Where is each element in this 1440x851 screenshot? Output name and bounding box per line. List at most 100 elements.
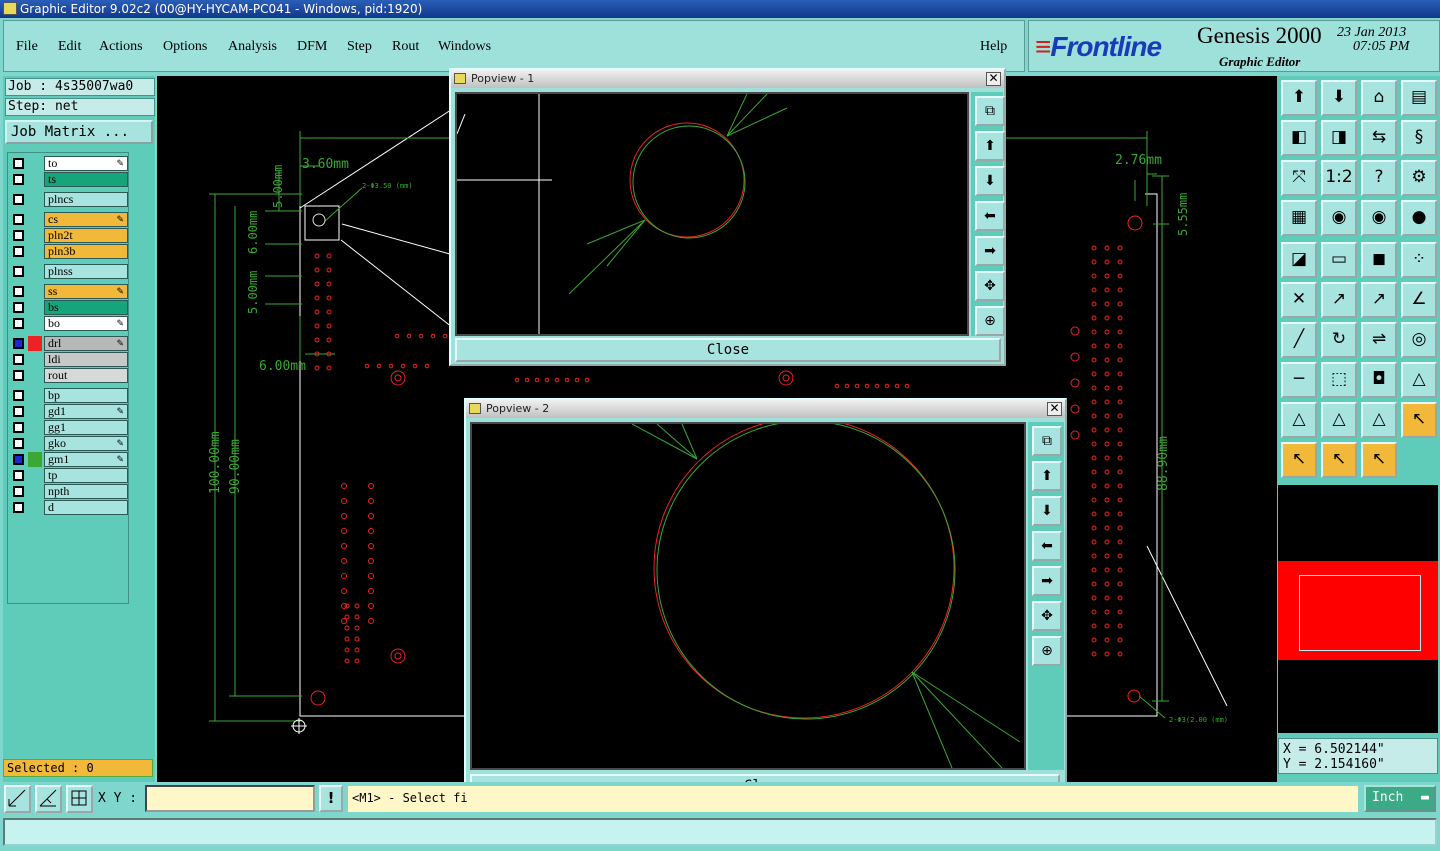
layer-name[interactable]: d — [44, 500, 128, 515]
layer-checkbox[interactable] — [13, 246, 24, 257]
popview-up-icon[interactable]: ⬆ — [1032, 461, 1062, 491]
layer-checkbox[interactable] — [13, 486, 24, 497]
zoom-area-icon[interactable] — [4, 785, 31, 813]
step-left-icon[interactable]: ◧ — [1281, 120, 1317, 156]
layer-checkbox[interactable] — [13, 502, 24, 513]
home-icon[interactable]: ⬆ — [1281, 80, 1317, 116]
color-ab-icon[interactable]: ◪ — [1281, 242, 1317, 278]
layer-row-plncs[interactable]: plncs — [10, 192, 128, 207]
popview-down-icon[interactable]: ⬇ — [975, 166, 1005, 196]
add-pad-icon[interactable]: ◎ — [1401, 322, 1437, 358]
menu-actions[interactable]: Actions — [99, 39, 143, 55]
layer-row-pln2t[interactable]: pln2t — [10, 228, 128, 243]
popview-1-close-button[interactable]: Close — [455, 338, 1001, 362]
popview-zoom-icon[interactable]: ⧉ — [975, 96, 1005, 126]
popview-1-close-icon[interactable]: ✕ — [986, 72, 1001, 86]
layer-name[interactable]: gg1 — [44, 420, 128, 435]
poly-b-icon[interactable]: △ — [1281, 402, 1317, 438]
measure-icon[interactable] — [35, 785, 62, 813]
layer-row-bs[interactable]: bs — [10, 300, 128, 315]
layer-name[interactable]: ss ✎ — [44, 284, 128, 299]
pad-icon[interactable]: ◼ — [1361, 242, 1397, 278]
menu-options[interactable]: Options — [163, 39, 207, 55]
layer-row-to[interactable]: to ✎ — [10, 156, 128, 171]
layer-checkbox[interactable] — [13, 338, 24, 349]
layer-a-icon[interactable]: ◉ — [1321, 200, 1357, 236]
step-right-icon[interactable]: ◨ — [1321, 120, 1357, 156]
layer-checkbox[interactable] — [13, 406, 24, 417]
poly-d-icon[interactable]: △ — [1361, 402, 1397, 438]
layer-checkbox[interactable] — [13, 194, 24, 205]
slash-icon[interactable]: ╱ — [1281, 322, 1317, 358]
menu-windows[interactable]: Windows — [438, 39, 491, 55]
layer-checkbox[interactable] — [13, 370, 24, 381]
connect-icon[interactable]: ⁘ — [1401, 242, 1437, 278]
cursor-box-icon[interactable]: ↖ — [1321, 442, 1357, 478]
config-icon[interactable]: ⚙ — [1401, 160, 1437, 196]
layer-name[interactable]: cs ✎ — [44, 212, 128, 227]
layer-name[interactable]: ldi — [44, 352, 128, 367]
layer-name[interactable]: gko ✎ — [44, 436, 128, 451]
layer-checkbox[interactable] — [13, 438, 24, 449]
go-down-icon[interactable]: ⬇ — [1321, 80, 1357, 116]
layer-checkbox[interactable] — [13, 174, 24, 185]
move2-icon[interactable]: ↗ — [1361, 282, 1397, 318]
layer-checkbox[interactable] — [13, 422, 24, 433]
layer-checkbox[interactable] — [13, 158, 24, 169]
popview-left-icon[interactable]: ⬅ — [1032, 531, 1062, 561]
poly-a-icon[interactable]: △ — [1401, 362, 1437, 398]
mini-map[interactable] — [1278, 485, 1438, 733]
move-icon[interactable]: ↗ — [1321, 282, 1357, 318]
layer-checkbox[interactable] — [13, 286, 24, 297]
layer-name[interactable]: pln2t — [44, 228, 128, 243]
line-icon[interactable]: ∠ — [1401, 282, 1437, 318]
popview-pan-icon[interactable]: ⊕ — [1032, 636, 1062, 666]
cursor-net-icon[interactable]: ↖ — [1361, 442, 1397, 478]
xy-input[interactable] — [145, 785, 315, 812]
layer-row-pln3b[interactable]: pln3b — [10, 244, 128, 259]
layer-row-plnss[interactable]: plnss — [10, 264, 128, 279]
cut-icon[interactable]: ─ — [1281, 362, 1317, 398]
layer-row-bo[interactable]: bo ✎ — [10, 316, 128, 331]
layer-checkbox[interactable] — [13, 470, 24, 481]
arc-icon[interactable]: ↻ — [1321, 322, 1357, 358]
fit-icon[interactable]: ⤧ — [1281, 160, 1317, 196]
layer-name[interactable]: bs — [44, 300, 128, 315]
menu-analysis[interactable]: Analysis — [228, 39, 277, 55]
layer-row-ts[interactable]: ts — [10, 172, 128, 187]
menu-edit[interactable]: Edit — [58, 39, 81, 55]
layer-row-rout[interactable]: rout — [10, 368, 128, 383]
layer-row-gg1[interactable]: gg1 — [10, 420, 128, 435]
layer-row-tp[interactable]: tp — [10, 468, 128, 483]
layer-checkbox[interactable] — [13, 302, 24, 313]
layer-name[interactable]: plnss — [44, 264, 128, 279]
popview-2-close-icon[interactable]: ✕ — [1047, 402, 1062, 416]
layer-name[interactable]: plncs — [44, 192, 128, 207]
layer-row-d[interactable]: d — [10, 500, 128, 515]
layer-row-cs[interactable]: cs ✎ — [10, 212, 128, 227]
layer-row-bp[interactable]: bp — [10, 388, 128, 403]
grid-icon[interactable]: ▦ — [1281, 200, 1317, 236]
cursor-select-icon[interactable]: ↖ — [1281, 442, 1317, 478]
layer-checkbox[interactable] — [13, 390, 24, 401]
select-obj-icon[interactable]: ● — [1401, 200, 1437, 236]
popview-right-icon[interactable]: ➡ — [975, 236, 1005, 266]
popview-2-view[interactable] — [470, 417, 1026, 770]
layer-row-npth[interactable]: npth — [10, 484, 128, 499]
popview-up-icon[interactable]: ⬆ — [975, 131, 1005, 161]
popview-zoom-icon[interactable]: ⧉ — [1032, 426, 1062, 456]
ruler-icon[interactable]: ▭ — [1321, 242, 1357, 278]
layer-row-gm1[interactable]: gm1 ✎ — [10, 452, 128, 467]
popview-left-icon[interactable]: ⬅ — [975, 201, 1005, 231]
layer-name[interactable]: bo ✎ — [44, 316, 128, 331]
menu-step[interactable]: Step — [347, 39, 372, 55]
menu-help[interactable]: Help — [980, 39, 1007, 55]
mini-map-viewport[interactable] — [1299, 575, 1421, 651]
popview-fit-icon[interactable]: ✥ — [975, 271, 1005, 301]
transform-icon[interactable]: ◘ — [1361, 362, 1397, 398]
poly-c-icon[interactable]: △ — [1321, 402, 1357, 438]
job-matrix-button[interactable]: Job Matrix ... — [5, 120, 153, 144]
layer-name[interactable]: to ✎ — [44, 156, 128, 171]
layer-checkbox[interactable] — [13, 266, 24, 277]
layer-name[interactable]: npth — [44, 484, 128, 499]
